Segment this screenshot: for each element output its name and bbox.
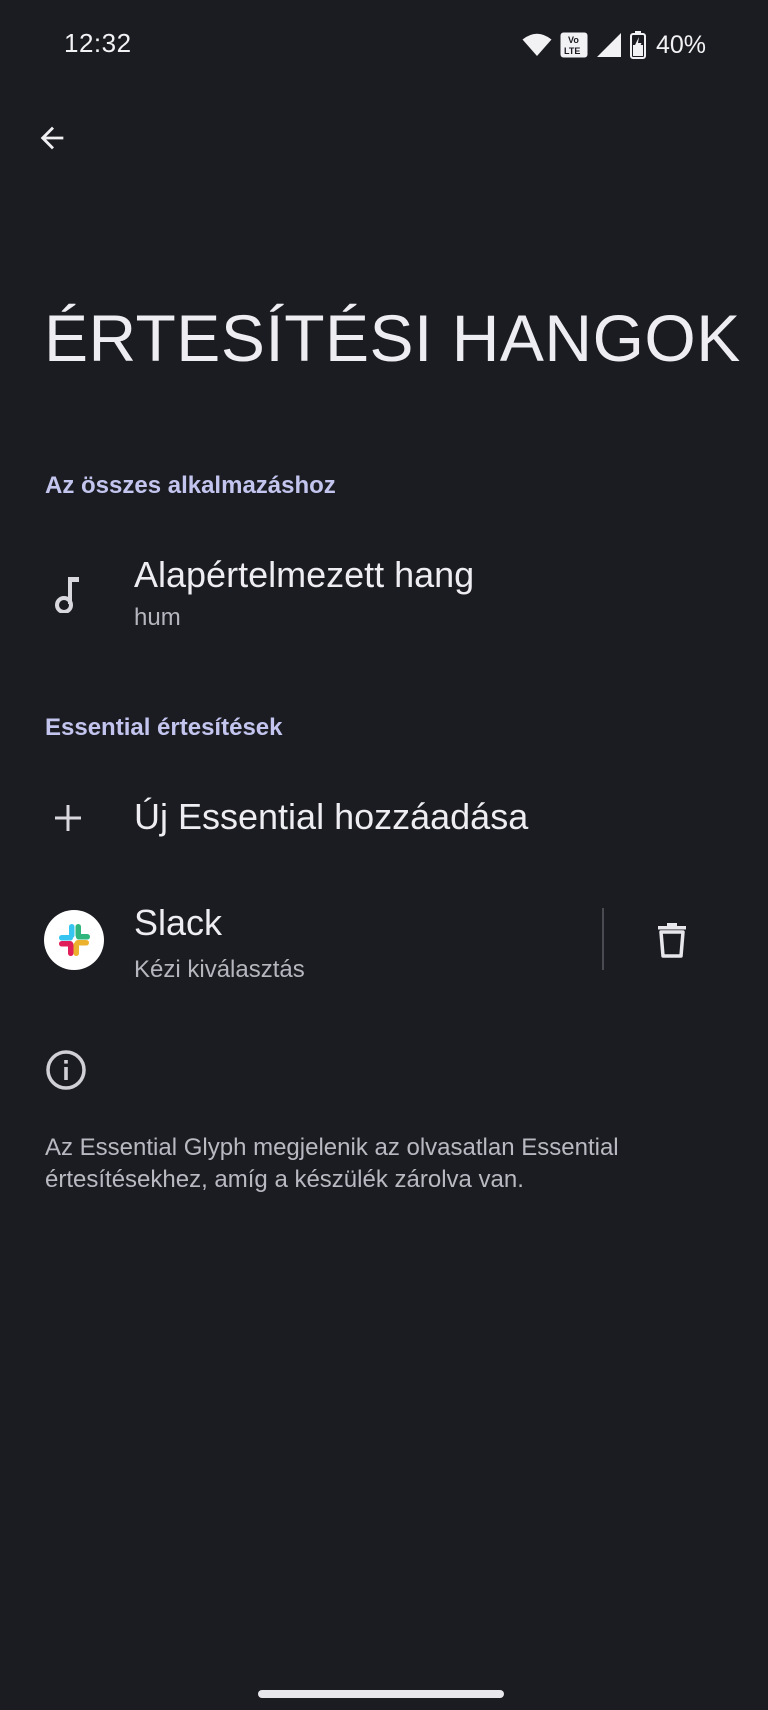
add-essential-row[interactable]: Új Essential hozzáadása [0,770,768,866]
add-essential-label: Új Essential hozzáadása [134,796,529,837]
row-divider [602,908,604,970]
info-icon [44,1048,88,1092]
svg-text:LTE: LTE [564,46,580,56]
back-button[interactable] [28,114,76,162]
page-title: ÉRTESÍTÉSI HANGOK [44,301,741,375]
wifi-icon [522,33,552,57]
status-bar: 12:32 Vo LTE 40% [0,0,768,92]
trash-icon [658,923,686,958]
plus-icon [44,794,92,842]
default-sound-title: Alapértelmezett hang [134,554,475,595]
default-sound-value: hum [134,604,181,631]
music-note-icon [44,570,92,618]
section-header-all-apps: Az összes alkalmazáshoz [45,472,336,499]
svg-text:Vo: Vo [568,35,579,45]
essential-app-row-slack[interactable]: Slack Kézi kiválasztás [0,882,768,1000]
battery-percentage: 40% [655,30,706,59]
default-sound-row[interactable]: Alapértelmezett hang hum [0,540,768,660]
volte-icon: Vo LTE [560,32,588,58]
status-time: 12:32 [64,28,132,58]
section-header-essential: Essential értesítések [45,714,283,741]
essential-info-text: Az Essential Glyph megjelenik az olvasat… [45,1134,619,1193]
status-icons: Vo LTE 40% [522,28,706,62]
cell-signal-icon [596,32,622,58]
home-indicator[interactable] [258,1690,504,1698]
slack-logo-icon [44,910,104,970]
battery-charging-icon [629,31,646,59]
slack-selection-mode: Kézi kiválasztás [134,956,305,983]
delete-slack-button[interactable] [646,914,698,966]
arrow-left-icon [40,126,64,150]
slack-app-name: Slack [134,902,223,943]
